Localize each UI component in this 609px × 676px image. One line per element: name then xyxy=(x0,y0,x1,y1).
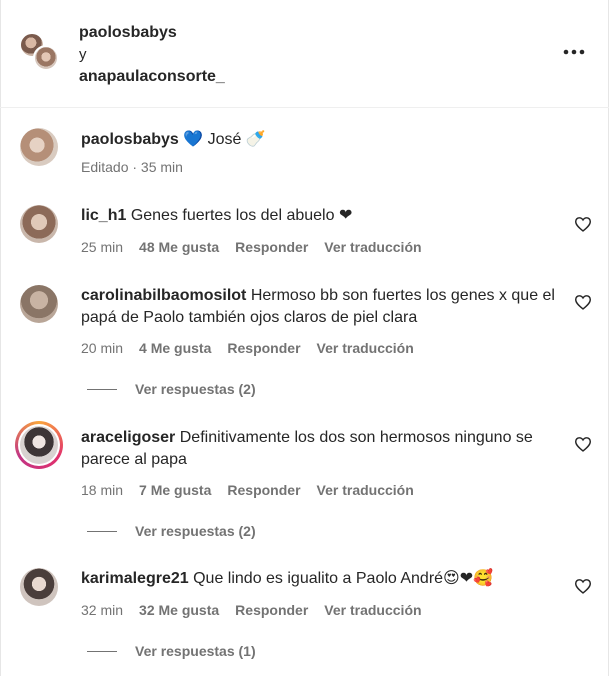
comment-likes[interactable]: 4 Me gusta xyxy=(139,339,211,357)
avatar[interactable] xyxy=(20,128,58,166)
header-username-1[interactable]: paolosbabys xyxy=(79,22,225,44)
comment-text: lic_h1 Genes fuertes los del abuelo ❤ xyxy=(81,205,561,227)
comment-time: 20 min xyxy=(81,340,124,356)
caption-meta: Editado · 35 min xyxy=(81,158,199,176)
comment-text: araceligoser Definitivamente los dos son… xyxy=(81,427,561,471)
avatar[interactable] xyxy=(33,45,59,71)
post-header: paolosbabys y anapaulaconsorte_ xyxy=(0,0,609,108)
header-username-2[interactable]: anapaulaconsorte_ xyxy=(79,66,225,88)
view-replies-label[interactable]: Ver respuestas (2) xyxy=(135,381,256,397)
view-replies-label[interactable]: Ver respuestas (1) xyxy=(135,643,256,659)
view-replies-label[interactable]: Ver respuestas (2) xyxy=(135,523,256,539)
comment-meta: 18 min 7 Me gusta Responder Ver traducci… xyxy=(81,481,430,499)
caption-text: paolosbabys 💙 José 🍼 xyxy=(81,129,561,151)
translate-button[interactable]: Ver traducción xyxy=(317,339,414,357)
comment-time: 18 min xyxy=(81,482,124,498)
translate-button[interactable]: Ver traducción xyxy=(317,481,414,499)
collab-avatars[interactable] xyxy=(19,32,63,76)
comment-meta: 32 min 32 Me gusta Responder Ver traducc… xyxy=(81,601,438,619)
like-heart-icon[interactable] xyxy=(574,216,592,232)
comment-likes[interactable]: 32 Me gusta xyxy=(139,601,219,619)
avatar[interactable] xyxy=(20,205,58,243)
avatar[interactable] xyxy=(20,568,58,606)
replies-divider xyxy=(87,530,117,532)
comment-likes[interactable]: 48 Me gusta xyxy=(139,238,219,256)
header-conjunction: y xyxy=(79,46,87,63)
more-options-button[interactable] xyxy=(562,43,586,63)
view-replies-button[interactable]: Ver respuestas (1) xyxy=(87,643,256,659)
comment-text: carolinabilbaomosilot Hermoso bb son fue… xyxy=(81,285,561,329)
like-heart-icon[interactable] xyxy=(574,578,592,594)
comment-username[interactable]: araceligoser xyxy=(81,429,175,446)
comment-username[interactable]: karimalegre21 xyxy=(81,570,189,587)
translate-button[interactable]: Ver traducción xyxy=(324,601,421,619)
replies-divider xyxy=(87,388,117,390)
caption-username[interactable]: paolosbabys xyxy=(81,131,179,148)
comment-time: 25 min xyxy=(81,239,124,255)
avatar[interactable] xyxy=(20,426,58,464)
comment-likes[interactable]: 7 Me gusta xyxy=(139,481,211,499)
comment-meta: 20 min 4 Me gusta Responder Ver traducci… xyxy=(81,339,430,357)
view-replies-button[interactable]: Ver respuestas (2) xyxy=(87,523,256,539)
avatar[interactable] xyxy=(20,285,58,323)
translate-button[interactable]: Ver traducción xyxy=(324,238,421,256)
like-heart-icon[interactable] xyxy=(574,294,592,310)
comment-body: Que lindo es igualito a Paolo André😍❤🥰 xyxy=(193,570,494,587)
caption-edited-time: Editado · 35 min xyxy=(81,159,183,175)
caption-body: 💙 José 🍼 xyxy=(183,131,266,148)
comment-body: Genes fuertes los del abuelo ❤ xyxy=(130,207,353,224)
reply-button[interactable]: Responder xyxy=(227,481,300,499)
comment-meta: 25 min 48 Me gusta Responder Ver traducc… xyxy=(81,238,438,256)
replies-divider xyxy=(87,650,117,652)
comment-username[interactable]: carolinabilbaomosilot xyxy=(81,287,246,304)
view-replies-button[interactable]: Ver respuestas (2) xyxy=(87,381,256,397)
more-icon xyxy=(563,49,585,55)
comment-username[interactable]: lic_h1 xyxy=(81,207,126,224)
reply-button[interactable]: Responder xyxy=(235,238,308,256)
collab-usernames: paolosbabys y anapaulaconsorte_ xyxy=(79,22,225,88)
like-heart-icon[interactable] xyxy=(574,436,592,452)
reply-button[interactable]: Responder xyxy=(235,601,308,619)
reply-button[interactable]: Responder xyxy=(227,339,300,357)
comment-time: 32 min xyxy=(81,602,124,618)
comment-text: karimalegre21 Que lindo es igualito a Pa… xyxy=(81,568,561,590)
